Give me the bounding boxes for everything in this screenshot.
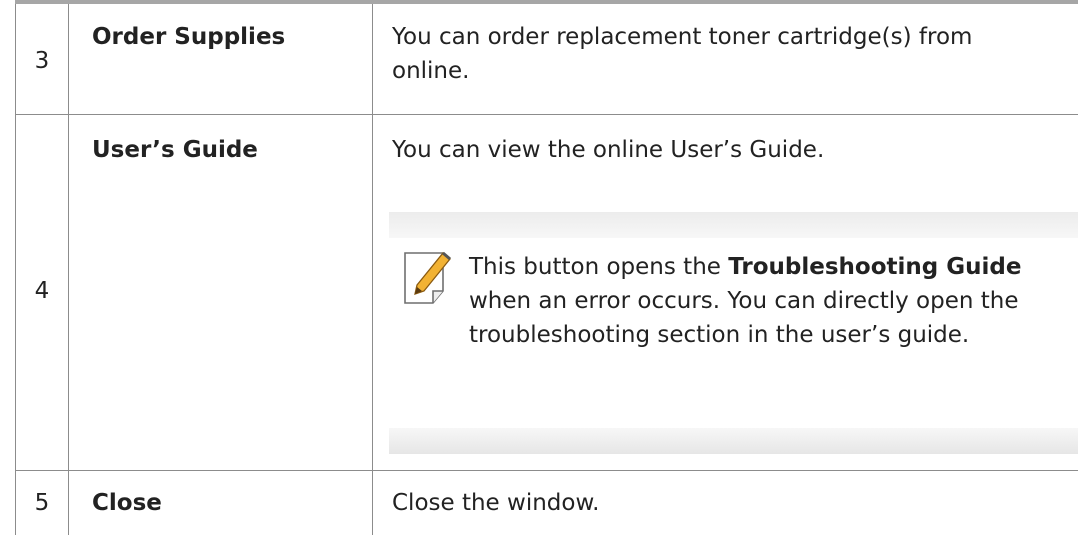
- feature-description: You can order replacement toner cartridg…: [392, 20, 1052, 88]
- row-number: 5: [34, 490, 50, 516]
- feature-name-order-supplies: Order Supplies: [92, 24, 286, 50]
- description-line: You can order replacement toner cartridg…: [392, 24, 973, 50]
- row-divider: [15, 470, 1078, 471]
- column-divider: [372, 4, 373, 535]
- note-bottom-band: [389, 428, 1078, 454]
- note-text-end: when an error occurs. You can directly o…: [469, 288, 1019, 348]
- feature-name-close: Close: [92, 490, 162, 516]
- feature-description: Close the window.: [392, 490, 600, 516]
- row-number: 3: [34, 48, 50, 74]
- description-line: online.: [392, 58, 470, 84]
- note-text-start: This button opens the: [469, 254, 729, 280]
- note-top-band: [389, 212, 1078, 238]
- table-left-border: [15, 4, 16, 535]
- note-pencil-icon: [399, 247, 459, 309]
- feature-description: You can view the online User’s Guide.: [392, 137, 825, 163]
- note-bold-term: Troubleshooting Guide: [728, 254, 1022, 280]
- table-top-rule: [15, 0, 1078, 4]
- column-divider: [68, 4, 69, 535]
- feature-name-users-guide: User’s Guide: [92, 137, 258, 163]
- row-divider: [15, 114, 1078, 115]
- feature-table: 3 Order Supplies You can order replaceme…: [0, 0, 1078, 535]
- note-box: This button opens the Troubleshooting Gu…: [389, 212, 1078, 454]
- row-number: 4: [34, 278, 50, 304]
- note-text: This button opens the Troubleshooting Gu…: [469, 250, 1074, 352]
